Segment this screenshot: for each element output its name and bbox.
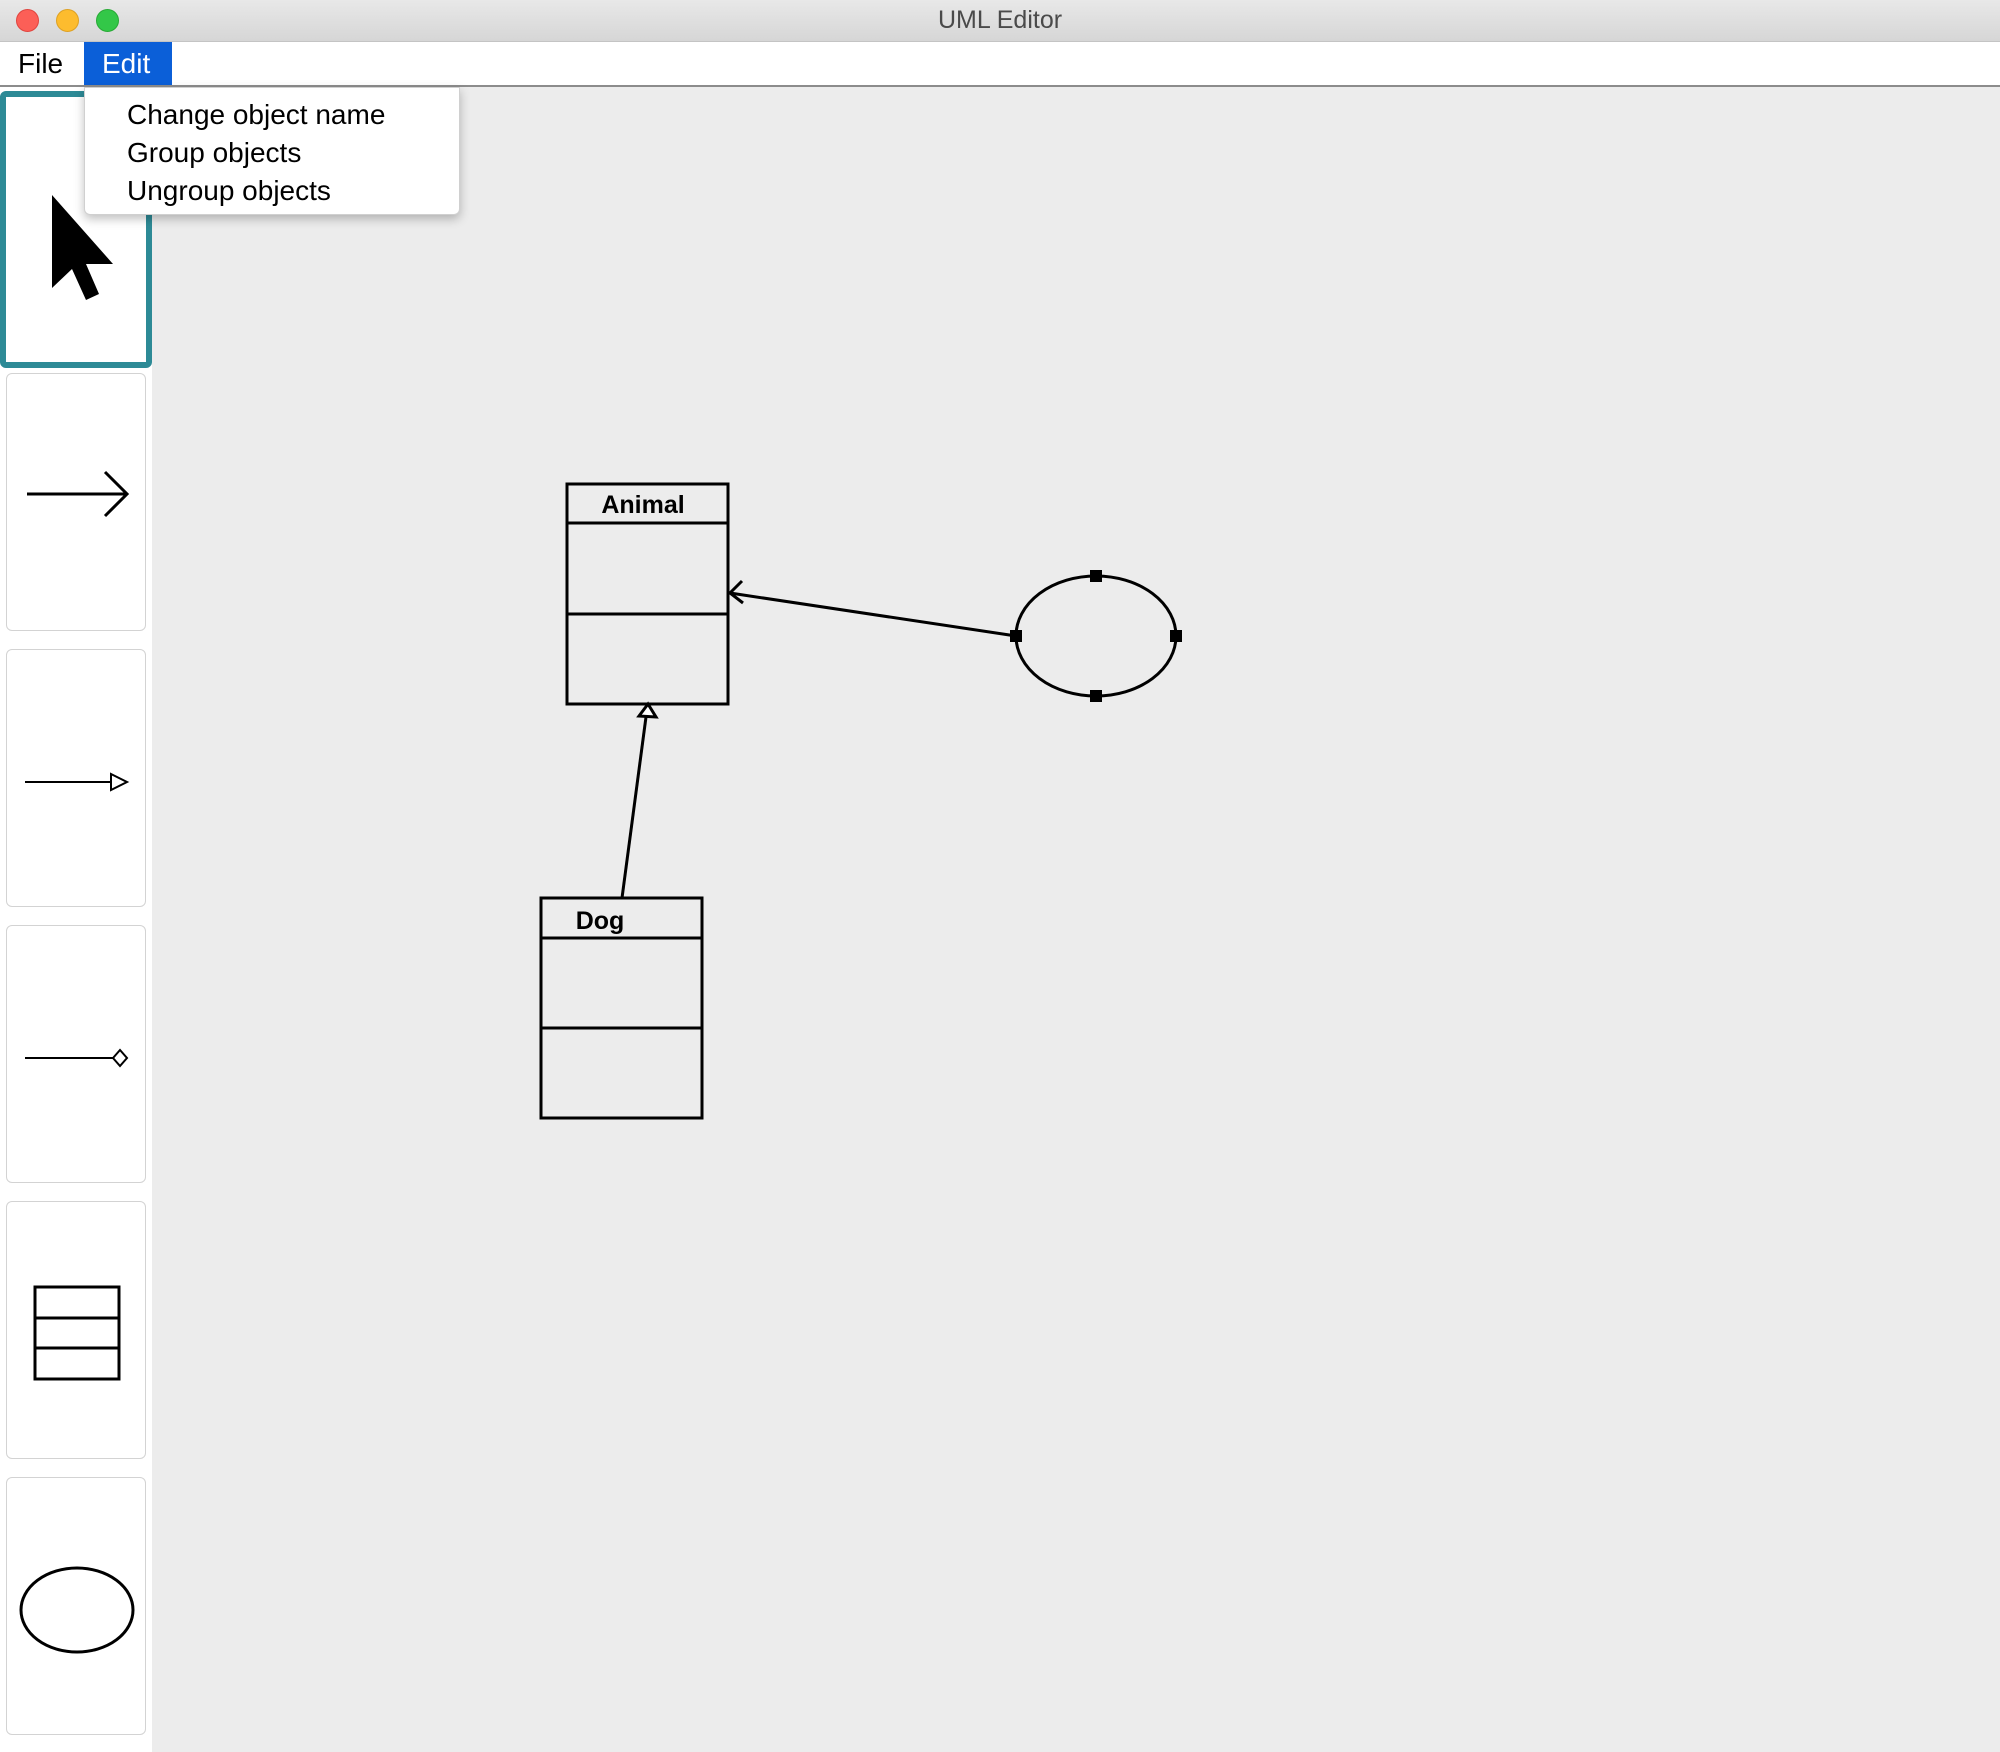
tool-composition-button[interactable] xyxy=(6,925,146,1183)
selection-handle[interactable] xyxy=(1090,570,1102,582)
selection-handle[interactable] xyxy=(1090,690,1102,702)
window-title: UML Editor xyxy=(937,6,1063,34)
edit-menu-dropdown: Change object name Group objects Ungroup… xyxy=(84,87,460,215)
arrow-icon xyxy=(27,470,130,518)
class-box-icon xyxy=(33,1285,121,1381)
diagram-svg: Animal Dog xyxy=(539,482,1182,1120)
class-animal-name: Animal xyxy=(601,491,684,519)
tool-palette xyxy=(0,87,152,1752)
selection-handle[interactable] xyxy=(1170,630,1182,642)
tool-class-button[interactable] xyxy=(6,1201,146,1459)
class-dog-name: Dog xyxy=(576,907,625,935)
title-bar: UML Editor xyxy=(0,0,2000,42)
generalization-line[interactable] xyxy=(620,701,659,899)
diagram-canvas[interactable]: Animal Dog xyxy=(152,87,2000,1752)
menu-edit[interactable]: Edit xyxy=(84,42,172,85)
menu-item-change-object-name[interactable]: Change object name xyxy=(127,96,385,134)
diamond-arrow-icon xyxy=(25,1048,129,1068)
hollow-triangle-arrow-icon xyxy=(25,772,130,792)
ellipse-icon xyxy=(19,1566,135,1654)
use-case-ellipse[interactable] xyxy=(1010,570,1182,702)
menu-file[interactable]: File xyxy=(0,42,84,85)
tool-association-button[interactable] xyxy=(6,373,146,631)
association-line[interactable] xyxy=(727,579,1017,638)
class-dog[interactable]: Dog xyxy=(539,896,704,1120)
tool-generalization-button[interactable] xyxy=(6,649,146,907)
menu-bar: File Edit xyxy=(0,42,2000,87)
menu-item-group-objects[interactable]: Group objects xyxy=(127,134,301,172)
menu-item-ungroup-objects[interactable]: Ungroup objects xyxy=(127,172,331,210)
class-animal[interactable]: Animal xyxy=(565,482,730,706)
uml-editor-window: UML Editor File Edit Animal Dog Change o… xyxy=(0,0,2000,1752)
tool-use-case-button[interactable] xyxy=(6,1477,146,1735)
